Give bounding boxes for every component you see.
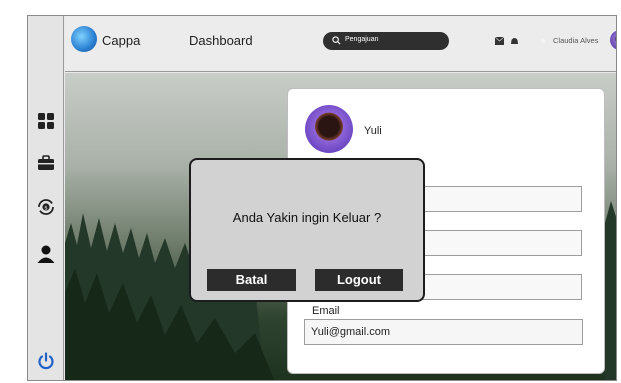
search-input[interactable]: Pengajuan <box>323 32 449 50</box>
dialog-message: Anda Yakin ingin Keluar ? <box>232 210 382 225</box>
avatar[interactable] <box>610 30 616 50</box>
grid-icon[interactable] <box>36 111 56 131</box>
user-icon[interactable] <box>36 244 56 264</box>
sidebar: $ <box>28 16 64 380</box>
refresh-money-icon[interactable]: $ <box>36 197 56 217</box>
brand-name: Cappa <box>102 33 141 48</box>
user-name: Claudia Alves <box>553 36 599 45</box>
cancel-button[interactable]: Batal <box>207 269 296 291</box>
power-icon[interactable] <box>36 351 56 371</box>
status-dot <box>541 39 545 43</box>
search-text: Pengajuan <box>345 36 379 43</box>
svg-text:$: $ <box>44 205 48 211</box>
mail-icon[interactable] <box>495 37 504 45</box>
search-icon <box>332 36 341 45</box>
logo-icon <box>71 26 97 52</box>
app-window: $ Cappa Dashboard Pengajuan Claudia Alve… <box>27 15 617 381</box>
email-field[interactable]: Yuli@gmail.com <box>304 319 583 345</box>
nav-dashboard[interactable]: Dashboard <box>189 33 253 48</box>
top-bar: Cappa Dashboard Pengajuan Claudia Alves <box>65 16 616 72</box>
briefcase-icon[interactable] <box>36 153 56 173</box>
logout-button[interactable]: Logout <box>315 269 403 291</box>
profile-avatar <box>305 105 353 153</box>
profile-name: Yuli <box>364 125 382 137</box>
logout-dialog: Anda Yakin ingin Keluar ? Batal Logout <box>189 158 425 302</box>
email-label: Email <box>312 305 340 317</box>
bell-icon[interactable] <box>510 37 519 45</box>
